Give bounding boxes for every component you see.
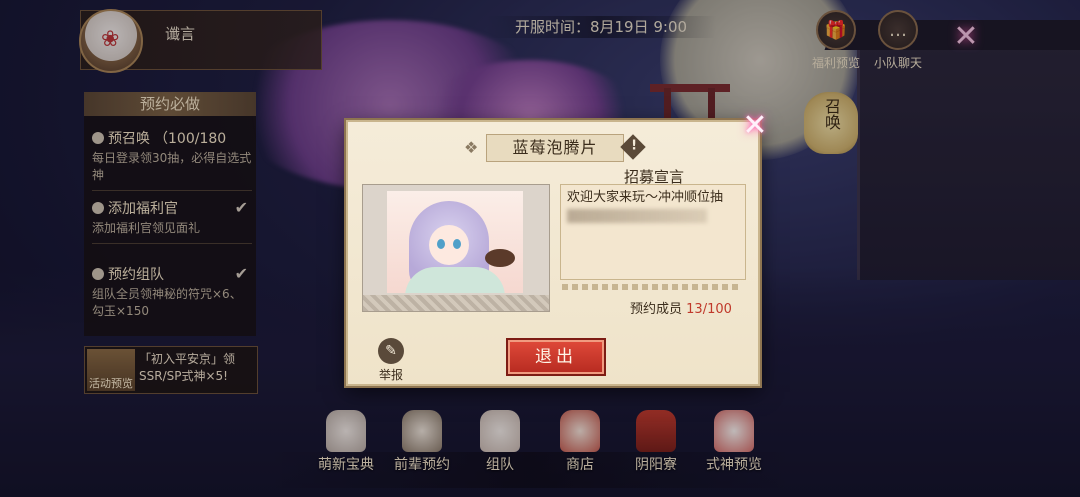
members-count-value: 13/100 bbox=[686, 302, 732, 317]
info-icon[interactable]: ! bbox=[620, 134, 646, 160]
portrait-pedestal bbox=[363, 295, 549, 311]
diamond-deco-icon: ❖ bbox=[464, 138, 479, 157]
redacted-text bbox=[567, 209, 707, 223]
report-button[interactable]: ✎ 举报 bbox=[374, 338, 408, 383]
character-portrait bbox=[387, 191, 523, 293]
team-info-modal: ❖ 蓝莓泡腾片 ! ✕ 招募宣言 欢迎大家来玩～冲冲顺位抽 预约成员 13/10… bbox=[346, 108, 768, 386]
leader-portrait-frame bbox=[362, 184, 550, 312]
close-icon[interactable]: ✕ bbox=[736, 106, 774, 144]
divider bbox=[562, 284, 742, 290]
exit-button[interactable]: 退出 bbox=[506, 338, 606, 376]
report-icon: ✎ bbox=[378, 338, 404, 364]
team-name-title: 蓝莓泡腾片 bbox=[486, 134, 624, 162]
report-label: 举报 bbox=[378, 368, 403, 382]
declaration-text: 欢迎大家来玩～冲冲顺位抽 bbox=[567, 190, 724, 205]
declaration-box: 欢迎大家来玩～冲冲顺位抽 bbox=[560, 184, 746, 280]
members-count: 预约成员 13/100 bbox=[630, 302, 732, 317]
